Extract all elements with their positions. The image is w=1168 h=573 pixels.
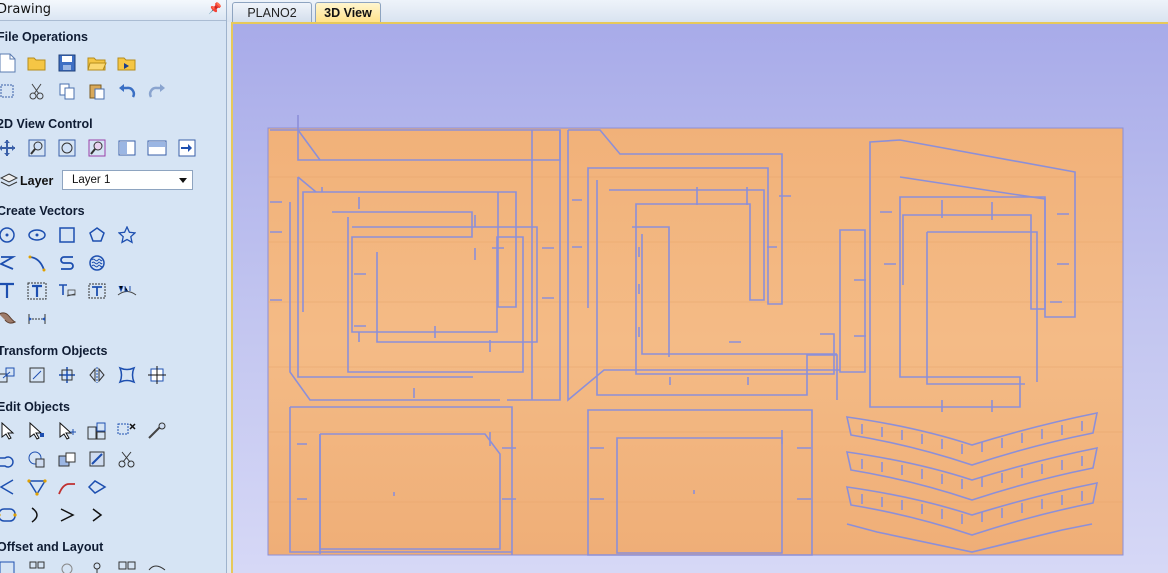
distort-tool-icon[interactable] (116, 364, 138, 386)
layer-dropdown[interactable]: Layer 1 (62, 170, 193, 190)
polygon-tool-icon[interactable] (86, 224, 108, 246)
weld-icon[interactable] (0, 448, 18, 470)
copy-icon[interactable] (56, 80, 78, 102)
zoom-icon[interactable] (26, 137, 48, 159)
open-file-icon[interactable] (26, 52, 48, 74)
tab-3d-view[interactable]: 3D View (315, 2, 381, 22)
select-all-icon[interactable] (86, 420, 108, 442)
pan-icon[interactable] (0, 137, 18, 159)
section-transform-objects: Transform Objects (0, 344, 108, 358)
section-edit-objects: Edit Objects (0, 400, 70, 414)
panel-title-bar: Drawing 📌 (0, 0, 226, 21)
document-tabbar: PLANO2 3D View (227, 0, 1168, 22)
redo-icon[interactable] (146, 80, 168, 102)
undo-icon[interactable] (116, 80, 138, 102)
material-sheet (267, 115, 1124, 556)
section-file-operations: File Operations (0, 30, 88, 44)
zoom-extents-icon[interactable] (56, 137, 78, 159)
3d-viewport[interactable] (231, 22, 1168, 573)
drawing-panel: Drawing 📌 File Operations 2D View Contro… (0, 0, 227, 573)
layer-label: Layer (20, 174, 54, 188)
polyline-tool-icon[interactable] (0, 252, 18, 274)
new-file-icon[interactable] (0, 52, 18, 74)
spiral-tool-icon[interactable] (86, 252, 108, 274)
curve-fit-icon[interactable] (26, 504, 48, 526)
auto-layout-text-icon[interactable] (86, 280, 108, 302)
smooth-curve-icon[interactable] (86, 476, 108, 498)
open-folder-icon[interactable] (86, 52, 108, 74)
rotate-tool-icon[interactable] (26, 364, 48, 386)
rectangle-tool-icon[interactable] (56, 224, 78, 246)
text-tool-icon[interactable] (0, 280, 18, 302)
tab-plano2[interactable]: PLANO2 (232, 2, 312, 22)
curve-tool-icon[interactable] (56, 252, 78, 274)
text-on-curve-icon[interactable] (56, 280, 78, 302)
text-block-tool-icon[interactable] (26, 280, 48, 302)
chevron-right-icon[interactable] (86, 504, 108, 526)
view-top-icon[interactable] (146, 137, 168, 159)
offset-icon[interactable] (0, 558, 18, 573)
trim-icon[interactable] (116, 448, 138, 470)
fillet-icon[interactable] (56, 476, 78, 498)
merge-icon[interactable] (26, 448, 48, 470)
ellipse-tool-icon[interactable] (26, 224, 48, 246)
nesting-icon[interactable] (86, 558, 108, 573)
join-open-vectors-icon[interactable] (0, 476, 18, 498)
section-offset-layout: Offset and Layout (0, 540, 104, 554)
extend-icon[interactable] (56, 504, 78, 526)
measure-tool-icon[interactable] (146, 420, 168, 442)
cut-icon[interactable] (26, 80, 48, 102)
pin-icon[interactable]: 📌 (208, 2, 222, 15)
array-copy-icon[interactable] (26, 558, 48, 573)
arc-tool-icon[interactable] (26, 252, 48, 274)
view-left-icon[interactable] (116, 137, 138, 159)
view-switch-icon[interactable] (176, 137, 198, 159)
dimension-tool-icon[interactable] (26, 308, 48, 330)
zoom-selection-icon[interactable] (86, 137, 108, 159)
node-edit-icon[interactable] (26, 420, 48, 442)
close-vectors-icon[interactable] (26, 476, 48, 498)
interactive-select-icon[interactable] (56, 420, 78, 442)
paste-icon[interactable] (86, 80, 108, 102)
offset-rounded-icon[interactable] (0, 504, 18, 526)
move-tool-icon[interactable] (0, 364, 18, 386)
import-icon[interactable] (116, 52, 138, 74)
set-size-icon[interactable] (146, 364, 168, 386)
star-tool-icon[interactable] (116, 224, 138, 246)
layer-dropdown-value: Layer 1 (72, 174, 111, 186)
mirror-tool-icon[interactable] (86, 364, 108, 386)
bounding-box-icon[interactable] (0, 80, 18, 102)
circle-tool-icon[interactable] (0, 224, 18, 246)
section-view-control: 2D View Control (0, 117, 93, 131)
draw-bitmap-icon[interactable] (0, 308, 18, 330)
text-arc-icon[interactable] (116, 280, 138, 302)
align-tool-icon[interactable] (56, 364, 78, 386)
layers-icon (0, 173, 18, 187)
section-create-vectors: Create Vectors (0, 204, 85, 218)
save-icon[interactable] (56, 52, 78, 74)
chevron-down-icon[interactable] (179, 178, 187, 183)
select-tool-icon[interactable] (0, 420, 18, 442)
deselect-icon[interactable] (116, 420, 138, 442)
copy-along-vectors-icon[interactable] (146, 558, 168, 573)
subtract-icon[interactable] (56, 448, 78, 470)
grid-layout-icon[interactable] (116, 558, 138, 573)
circular-array-icon[interactable] (56, 558, 78, 573)
intersect-icon[interactable] (86, 448, 108, 470)
panel-title: Drawing (0, 2, 52, 17)
